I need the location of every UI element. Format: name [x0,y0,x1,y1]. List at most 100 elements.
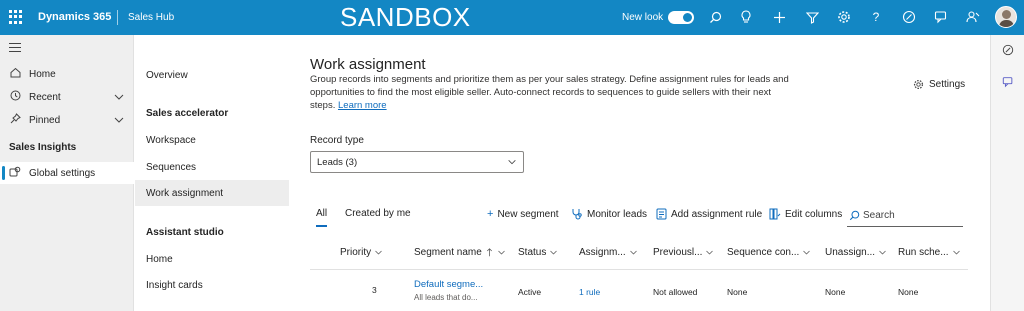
chevron-down-icon[interactable] [113,91,125,103]
column-header-previously[interactable]: Previousl... [653,247,714,258]
column-header-unassign[interactable]: Unassign... [825,247,887,258]
chevron-down-icon[interactable] [113,114,125,126]
nav-item-pinned[interactable]: Pinned [0,109,134,131]
copilot-icon[interactable] [1001,43,1015,57]
gear-icon[interactable] [836,9,852,25]
app-name[interactable]: Dynamics 365 [38,11,111,23]
search-box[interactable]: Search [847,205,963,227]
column-header-sequence[interactable]: Sequence con... [727,247,811,258]
left-navigation: Home Recent Pinned Sales Insights Global… [0,35,134,311]
search-icon [849,210,860,221]
edit-columns-button[interactable]: Edit columns [769,208,842,220]
cell-priority: 3 [372,285,377,295]
tab-created-by-me[interactable]: Created by me [345,208,411,219]
column-header-assignment[interactable]: Assignm... [579,247,638,258]
column-header-label: Segment name [414,247,482,258]
settings-gear-icon [8,166,22,181]
new-look-label: New look [622,12,664,23]
copilot-icon[interactable] [901,9,917,25]
search-icon[interactable] [707,9,723,25]
nav-item-home[interactable]: Home [0,63,134,85]
chevron-down-icon [508,160,516,165]
cell-status: Active [518,287,542,297]
clock-icon [8,90,22,104]
environment-banner: SANDBOX [340,2,471,32]
plus-icon[interactable] [771,9,787,25]
nav-item-label: Global settings [29,167,96,179]
record-type-label: Record type [310,135,364,146]
nav-item-recent[interactable]: Recent [0,86,134,108]
add-assignment-rule-button[interactable]: Add assignment rule [656,208,762,220]
column-header-priority[interactable]: Priority [340,247,383,258]
learn-more-link[interactable]: Learn more [338,100,387,111]
cell-previously: Not allowed [653,287,698,297]
tab-all[interactable]: All [316,208,328,227]
column-header-label: Assignm... [579,247,626,258]
settings-item-insight-cards[interactable]: Insight cards [135,272,289,298]
gear-icon [913,79,924,90]
cell-assignment[interactable]: 1 rule [579,287,600,297]
record-type-value: Leads (3) [317,156,358,168]
settings-navigation: Overview Sales accelerator Workspace Seq… [135,35,290,311]
settings-item-home[interactable]: Home [135,246,289,272]
pin-icon [8,113,22,127]
nav-item-global-settings[interactable]: Global settings [0,162,134,184]
column-header-status[interactable]: Status [518,247,558,258]
monitor-leads-label: Monitor leads [587,208,648,220]
settings-item-sequences[interactable]: Sequences [135,154,289,180]
cell-run-schedule: None [898,287,919,297]
main-content: Work assignment Group records into segme… [290,35,990,311]
nav-item-label: Recent [29,91,61,103]
settings-item-workspace[interactable]: Workspace [135,127,289,153]
settings-button[interactable]: Settings [913,79,965,90]
hub-name[interactable]: Sales Hub [128,12,174,23]
column-header-label: Status [518,247,547,258]
cell-sequence: None [727,287,748,297]
cell-segment-description: All leads that do... [414,293,478,302]
settings-item-work-assignment[interactable]: Work assignment [135,180,289,206]
column-header-label: Unassign... [825,247,876,258]
column-header-run-schedule[interactable]: Run sche... [898,247,961,258]
edit-columns-label: Edit columns [785,208,843,220]
column-header-segment-name[interactable]: Segment name [414,247,506,258]
chat-icon[interactable] [933,9,949,25]
settings-label: Settings [929,79,966,90]
filter-icon[interactable] [804,9,820,25]
add-assignment-rule-label: Add assignment rule [671,208,763,220]
page-title: Work assignment [310,56,426,73]
user-avatar[interactable] [995,6,1017,28]
app-launcher-icon[interactable] [9,10,23,24]
page-description: Group records into segments and prioriti… [310,73,790,112]
settings-heading-assistant-studio: Assistant studio [146,227,224,238]
new-look-toggle[interactable] [668,11,694,24]
new-segment-label: New segment [497,208,559,220]
monitor-leads-button[interactable]: Monitor leads [571,208,647,220]
chevron-down-icon [803,250,811,255]
chevron-down-icon [375,250,382,255]
chevron-down-icon [498,250,505,255]
hamburger-menu-icon[interactable] [9,43,21,55]
column-header-label: Priority [340,247,372,258]
help-icon[interactable]: ? [868,9,884,25]
document-icon [656,208,667,220]
record-type-select[interactable]: Leads (3) [310,151,524,173]
search-input[interactable]: Search [863,210,895,221]
nav-item-label: Pinned [29,114,61,126]
nav-item-label: Home [29,68,56,80]
settings-item-overview[interactable]: Overview [135,62,289,88]
stethoscope-icon [572,209,582,220]
chevron-down-icon [629,250,637,255]
nav-group-sales-insights: Sales Insights [9,142,77,153]
column-header-label: Previousl... [653,247,703,258]
new-segment-button[interactable]: + New segment [487,208,559,220]
sort-ascending-icon [486,248,492,257]
right-rail [990,35,1024,311]
lightbulb-icon[interactable] [738,9,754,25]
cell-unassign: None [825,287,846,297]
home-icon [8,67,22,81]
chevron-down-icon [706,250,714,255]
conversation-icon[interactable] [1001,75,1015,89]
assistant-icon[interactable] [965,9,981,25]
cell-segment-name[interactable]: Default segme... [414,279,483,290]
edit-columns-icon [769,208,781,220]
